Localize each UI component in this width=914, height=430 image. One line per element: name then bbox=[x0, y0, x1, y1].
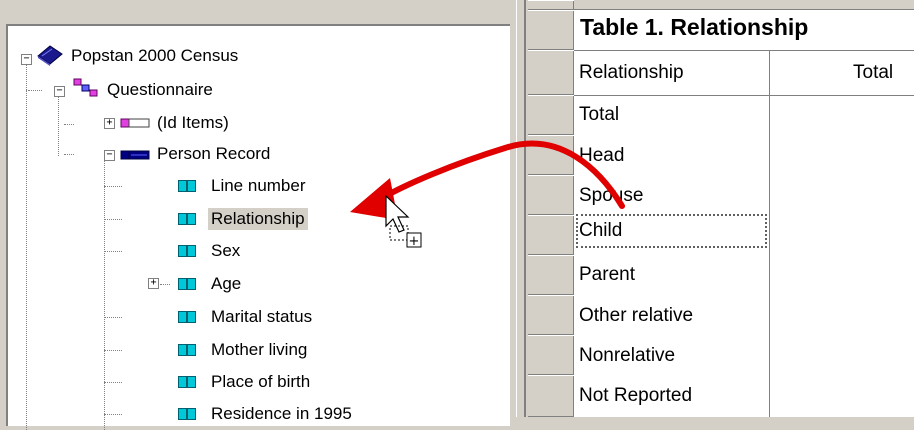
tree-item-relationship[interactable]: Relationship bbox=[208, 204, 308, 234]
table-view: Table 1. Relationship Relationship Total… bbox=[528, 0, 914, 417]
tree-line bbox=[64, 154, 74, 155]
row-header-cell[interactable] bbox=[528, 295, 574, 335]
row-label-total[interactable]: Total bbox=[574, 96, 769, 134]
record-icon bbox=[120, 118, 150, 128]
tree-line bbox=[64, 124, 74, 125]
tree-line bbox=[104, 317, 122, 318]
row-header-cell[interactable] bbox=[528, 175, 574, 215]
tree-item-line-number[interactable]: Line number bbox=[208, 171, 309, 201]
tree-item-sex[interactable]: Sex bbox=[208, 236, 243, 266]
questionnaire-icon bbox=[73, 78, 98, 97]
collapse-toggle-questionnaire[interactable]: − bbox=[54, 86, 65, 97]
tree-label: Age bbox=[211, 274, 242, 293]
item-icon bbox=[178, 213, 196, 225]
tree-line bbox=[160, 284, 170, 285]
row-header-cell[interactable] bbox=[528, 95, 574, 135]
tree-line bbox=[104, 382, 122, 383]
row-header-cell[interactable] bbox=[528, 255, 574, 295]
dictionary-tree-pane: − Popstan 2000 Census − Questionnaire + … bbox=[0, 0, 516, 430]
table-title: Table 1. Relationship bbox=[580, 14, 809, 40]
tree-node-person-record[interactable]: Person Record bbox=[154, 139, 273, 169]
tree-item-marital-status[interactable]: Marital status bbox=[208, 302, 315, 332]
expand-toggle-age[interactable]: + bbox=[148, 278, 159, 289]
tree-line bbox=[104, 350, 122, 351]
tree-item-residence-1995[interactable]: Residence in 1995 bbox=[208, 399, 355, 429]
tree-label: Place of birth bbox=[211, 372, 311, 391]
tree-item-place-of-birth[interactable]: Place of birth bbox=[208, 367, 313, 397]
row-header-cell[interactable] bbox=[528, 135, 574, 175]
item-icon bbox=[178, 245, 196, 257]
tree-item-mother-living[interactable]: Mother living bbox=[208, 335, 310, 365]
tree-label: Line number bbox=[211, 176, 306, 195]
item-icon bbox=[178, 311, 196, 323]
grid-line bbox=[769, 50, 770, 417]
record-icon bbox=[120, 150, 150, 160]
item-icon bbox=[178, 278, 196, 290]
row-header-cell[interactable] bbox=[528, 10, 574, 50]
tree-label: Marital status bbox=[211, 307, 313, 326]
tree-line bbox=[26, 90, 27, 430]
row-header-cell[interactable] bbox=[528, 215, 574, 255]
row-label-child[interactable]: Child bbox=[574, 212, 769, 250]
row-header-column bbox=[528, 0, 574, 417]
item-icon bbox=[178, 180, 196, 192]
row-header-cell[interactable] bbox=[528, 375, 574, 417]
column-header-total[interactable]: Total bbox=[848, 54, 914, 92]
tree-line bbox=[104, 160, 105, 430]
book-icon bbox=[37, 45, 63, 66]
item-icon bbox=[178, 344, 196, 356]
tree-line bbox=[28, 90, 42, 91]
row-label-parent[interactable]: Parent bbox=[574, 256, 769, 294]
expand-toggle-id-items[interactable]: + bbox=[104, 118, 115, 129]
tree-line bbox=[104, 414, 122, 415]
tree-node-census[interactable]: Popstan 2000 Census bbox=[68, 41, 241, 71]
collapse-toggle-person-record[interactable]: − bbox=[104, 150, 115, 161]
tree-label: Residence in 1995 bbox=[211, 404, 352, 423]
tree-node-id-items[interactable]: (Id Items) bbox=[154, 108, 232, 138]
row-label-spouse[interactable]: Spouse bbox=[574, 177, 769, 215]
dictionary-tree[interactable]: − Popstan 2000 Census − Questionnaire + … bbox=[6, 24, 510, 430]
column-header-strip bbox=[574, 0, 914, 10]
tree-label: (Id Items) bbox=[157, 113, 229, 132]
tree-line bbox=[104, 219, 122, 220]
tree-label: Mother living bbox=[211, 340, 308, 359]
item-icon bbox=[178, 376, 196, 388]
row-header-cell[interactable] bbox=[528, 50, 574, 95]
column-header-relationship[interactable]: Relationship bbox=[574, 54, 769, 92]
row-header-cell[interactable] bbox=[528, 335, 574, 375]
tree-item-age[interactable]: Age bbox=[208, 269, 244, 299]
grid-line bbox=[574, 50, 914, 51]
tree-line bbox=[58, 96, 59, 156]
row-label-head[interactable]: Head bbox=[574, 137, 769, 175]
tree-label: Relationship bbox=[208, 208, 308, 230]
row-label-nonrelative[interactable]: Nonrelative bbox=[574, 337, 769, 375]
tree-node-questionnaire[interactable]: Questionnaire bbox=[104, 75, 216, 105]
tree-label: Sex bbox=[211, 241, 241, 260]
row-header-cell[interactable] bbox=[528, 0, 574, 10]
item-icon bbox=[178, 408, 196, 420]
tree-label: Popstan 2000 Census bbox=[71, 46, 239, 65]
row-label-not-reported[interactable]: Not Reported bbox=[574, 377, 769, 415]
tree-line bbox=[104, 251, 122, 252]
tree-label: Questionnaire bbox=[107, 80, 213, 99]
pane-splitter[interactable] bbox=[516, 0, 526, 417]
tree-line bbox=[104, 186, 122, 187]
row-label-other-relative[interactable]: Other relative bbox=[574, 297, 769, 335]
collapse-toggle-root[interactable]: − bbox=[21, 54, 32, 65]
tree-label: Person Record bbox=[157, 144, 271, 163]
